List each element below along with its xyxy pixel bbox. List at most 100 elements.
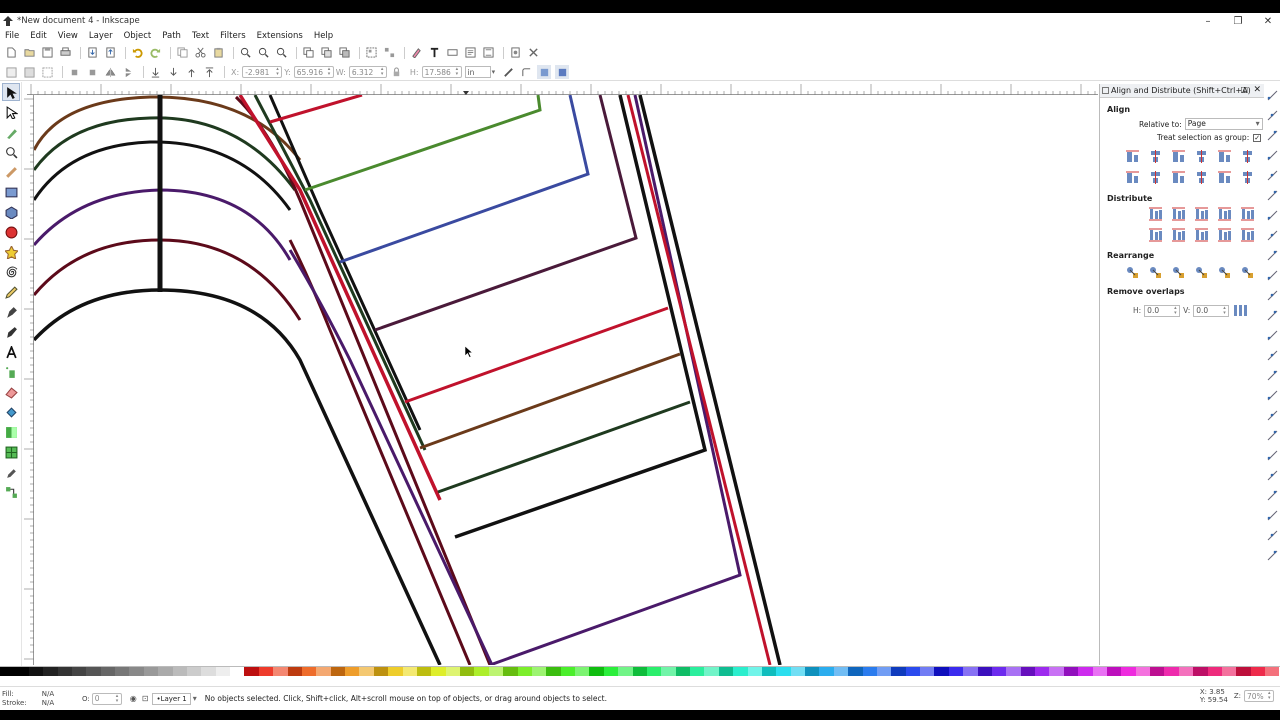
text-tool-icon[interactable] (2, 343, 20, 361)
snap-toggle-19-icon[interactable] (1267, 450, 1278, 461)
color-swatch[interactable] (402, 667, 417, 676)
chevron-down-icon[interactable]: ▾ (193, 694, 197, 703)
color-swatch[interactable] (977, 667, 992, 676)
cut-icon[interactable] (193, 46, 207, 60)
color-swatch[interactable] (517, 667, 532, 676)
color-swatch[interactable] (1106, 667, 1122, 676)
color-swatch[interactable] (172, 667, 187, 676)
align-button-3-icon[interactable] (1170, 148, 1187, 165)
calligraphy-tool-icon[interactable] (2, 323, 20, 341)
paste-icon[interactable] (211, 46, 225, 60)
snap-toggle-23-icon[interactable] (1267, 530, 1278, 541)
color-swatch[interactable] (158, 667, 173, 676)
color-swatch[interactable] (1265, 667, 1280, 676)
move-gradients-icon[interactable] (537, 65, 552, 79)
distribute-button-7-icon[interactable] (1170, 226, 1187, 243)
snap-toggle-20-icon[interactable] (1267, 470, 1278, 481)
color-swatch[interactable] (905, 667, 920, 676)
color-swatch[interactable] (546, 667, 561, 676)
snap-toggle-3-icon[interactable] (1267, 130, 1278, 141)
duplicate-icon[interactable] (301, 46, 315, 60)
color-swatch[interactable] (431, 667, 446, 676)
menu-view[interactable]: View (58, 31, 78, 41)
color-swatch[interactable] (1006, 667, 1021, 676)
treat-as-group-checkbox[interactable]: ✓ (1253, 133, 1262, 142)
pencil-tool-icon[interactable] (2, 283, 20, 301)
snap-toggle-22-icon[interactable] (1267, 510, 1278, 521)
text-font-icon[interactable] (427, 46, 441, 60)
snap-toggle-16-icon[interactable] (1267, 390, 1278, 401)
node-tool-icon[interactable] (2, 103, 20, 121)
group-icon[interactable] (364, 46, 378, 60)
h-field[interactable]: 17.586 (421, 66, 462, 78)
color-swatch[interactable] (531, 667, 547, 676)
select-all-layers-icon[interactable] (22, 65, 36, 79)
stroke-value[interactable]: N/A (32, 699, 64, 708)
scale-stroke-icon[interactable] (501, 65, 515, 79)
w-field[interactable]: 6.312 (348, 66, 387, 78)
bracket-path[interactable] (626, 95, 772, 665)
ungroup-icon[interactable] (382, 46, 396, 60)
align-distribute-icon[interactable] (481, 46, 495, 60)
curve-path[interactable] (34, 288, 442, 665)
align-button-9-icon[interactable] (1170, 169, 1187, 186)
color-swatch[interactable] (474, 667, 489, 676)
color-swatch[interactable] (963, 667, 978, 676)
save-icon[interactable] (40, 46, 54, 60)
redo-icon[interactable] (148, 46, 162, 60)
dropper-tool-icon[interactable] (2, 463, 20, 481)
import-icon[interactable] (85, 46, 99, 60)
rearrange-button-3-icon[interactable] (1170, 264, 1187, 281)
align-button-8-icon[interactable] (1147, 169, 1164, 186)
color-swatch[interactable] (948, 667, 964, 676)
color-swatch[interactable] (790, 667, 805, 676)
distribute-button-3-icon[interactable] (1193, 205, 1210, 222)
color-swatch[interactable] (129, 667, 144, 676)
color-swatch[interactable] (1020, 667, 1035, 676)
rearrange-button-2-icon[interactable] (1147, 264, 1164, 281)
color-swatch[interactable] (71, 667, 87, 676)
paint-bucket-tool-icon[interactable] (2, 403, 20, 421)
snap-toggle-15-icon[interactable] (1267, 370, 1278, 381)
diagonal-path[interactable] (268, 95, 422, 431)
align-button-5-icon[interactable] (1216, 148, 1233, 165)
selector-tool-icon[interactable] (2, 83, 20, 101)
menu-text[interactable]: Text (192, 31, 209, 41)
raise-icon[interactable] (184, 65, 198, 79)
menu-file[interactable]: File (5, 31, 19, 41)
unit-select[interactable]: in (464, 66, 491, 78)
opacity-field[interactable]: 0 (91, 692, 122, 705)
move-patterns-icon[interactable] (555, 65, 570, 79)
bracket-path[interactable] (489, 95, 742, 665)
snap-toggle-17-icon[interactable] (1267, 410, 1278, 421)
open-folder-icon[interactable] (22, 46, 36, 60)
measure-tool-icon[interactable] (2, 163, 20, 181)
export-icon[interactable] (103, 46, 117, 60)
document-properties-icon[interactable] (508, 46, 522, 60)
ellipse-tool-icon[interactable] (2, 223, 20, 241)
tweak-tool-icon[interactable] (2, 123, 20, 141)
color-swatch[interactable] (115, 667, 130, 676)
rotate-cw-icon[interactable] (85, 65, 99, 79)
color-swatch[interactable] (776, 667, 791, 676)
menu-filters[interactable]: Filters (220, 31, 245, 41)
snap-toggle-12-icon[interactable] (1267, 310, 1278, 321)
distribute-button-10-icon[interactable] (1239, 226, 1256, 243)
color-swatch[interactable] (345, 667, 360, 676)
rearrange-button-5-icon[interactable] (1216, 264, 1233, 281)
color-swatch[interactable] (215, 667, 230, 676)
color-swatch[interactable] (661, 667, 676, 676)
menu-edit[interactable]: Edit (30, 31, 46, 41)
color-swatch[interactable] (1092, 667, 1107, 676)
align-button-11-icon[interactable] (1216, 169, 1233, 186)
curve-path[interactable] (288, 239, 472, 665)
close-button[interactable]: ✕ (1253, 13, 1280, 29)
color-swatch[interactable] (57, 667, 72, 676)
bracket-path[interactable] (404, 306, 669, 404)
preferences-icon[interactable] (526, 46, 540, 60)
color-swatch[interactable] (603, 667, 619, 676)
distribute-button-8-icon[interactable] (1193, 226, 1210, 243)
clone-icon[interactable] (319, 46, 333, 60)
spiral-tool-icon[interactable] (2, 263, 20, 281)
bracket-path[interactable] (374, 95, 638, 332)
